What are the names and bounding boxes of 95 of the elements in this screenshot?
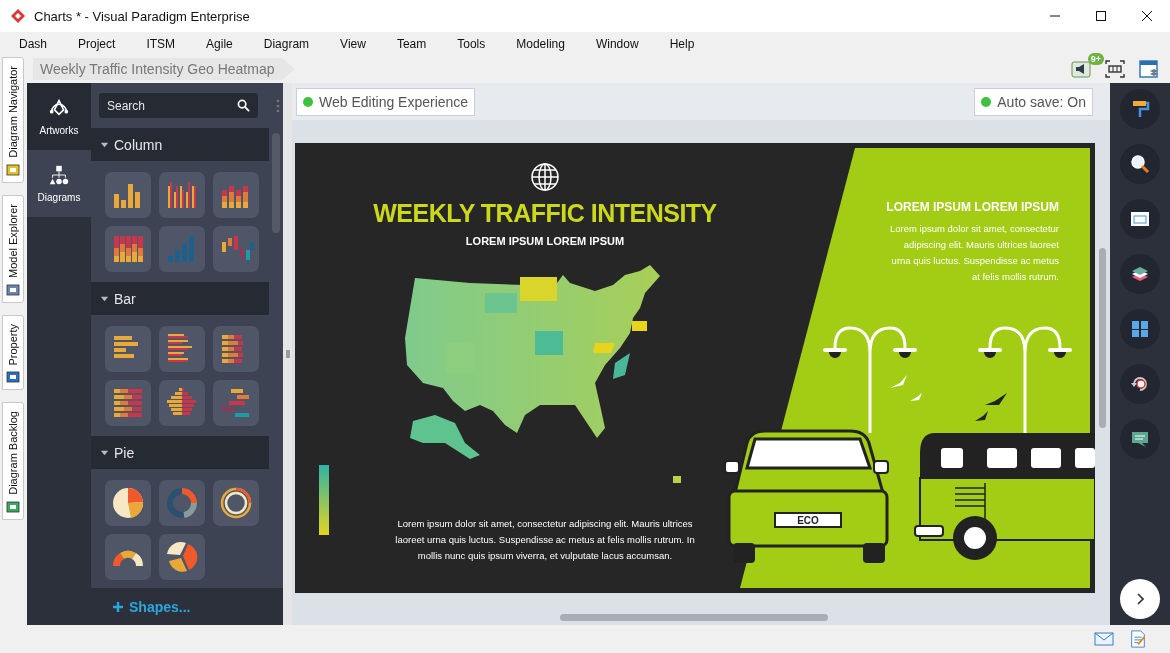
search-button[interactable] [1120,144,1160,184]
slide-subtitle: LOREM IPSUM LOREM IPSUM [464,235,626,247]
breadcrumb-tab[interactable]: Weekly Traffic Intensity Geo Heatmap [33,58,295,80]
slide-title: WEEKLY TRAFFIC INTENSITY [372,199,718,228]
chart-thumbnail[interactable] [213,326,259,372]
scrollbar-thumb[interactable] [1099,248,1106,428]
expand-button[interactable] [1120,579,1160,619]
history-button[interactable] [1120,364,1160,404]
birds-drawing [975,393,1007,421]
chart-thumbnail[interactable] [213,172,259,218]
layers-icon [1130,264,1150,284]
panels-button[interactable] [1120,309,1160,349]
menu-item[interactable]: Tools [445,33,498,54]
chart-thumbnail[interactable] [159,226,205,272]
globe-icon [531,163,559,191]
layout-icon [1139,59,1159,79]
status-dot-icon [981,96,992,107]
palette-nav-item[interactable]: Diagrams [27,150,91,217]
menu-item[interactable]: Diagram [251,33,322,54]
menu-item[interactable]: View [328,33,378,54]
status-dot-icon [303,96,313,107]
side-tab[interactable]: Property [2,314,24,391]
tab-icon [5,281,21,298]
menu-item[interactable]: Window [583,33,651,54]
more-icon[interactable] [276,98,280,113]
caret-icon [100,294,109,303]
chart-thumbnail[interactable] [105,534,151,580]
grip-icon[interactable] [285,350,290,358]
window-title: Charts * - Visual Paradigm Enterprise [34,8,250,24]
chevron-right-icon [1136,593,1144,605]
slide-paragraph: Lorem ipsum dolor sit amet, consectetur adipiscing elit. Mauris ultrices laoreet urna quis luctus. Suspendisse ac metus at felis mollis rutrum. In mollis nunc quis ipsum viverra, et vulputate lacus accumsan. [394,517,696,563]
license-plate-text: ECO [797,515,819,526]
maximize-icon [1095,10,1107,22]
tab-icon [5,499,21,516]
chart-thumbnail[interactable] [213,380,259,426]
search-icon [237,99,250,112]
birds-drawing [890,375,922,401]
chart-thumbnail[interactable] [159,534,205,580]
auto-save-button[interactable]: Auto save: On [974,87,1093,116]
paint-roller-icon [1130,99,1150,119]
chart-thumbnail[interactable] [105,480,151,526]
comment-button[interactable] [1120,419,1160,459]
comment-icon [1130,429,1150,449]
logo-icon [10,8,26,24]
color-legend-bar [319,465,329,535]
side-tab[interactable]: Diagram Backlog [2,402,24,521]
section-header[interactable]: Column [91,128,269,161]
window-button[interactable] [1120,199,1160,239]
fit-button[interactable] [1102,57,1128,81]
side-paragraph: Lorem ipsum dolor sit amet, consectetur adipiscing elit. Mauris ultrices laoreet urna quis luctus. Suspendisse ac metus at felis mollis rutrum. [889,222,1059,284]
section-header[interactable]: Bar [91,282,269,315]
chart-thumbnail[interactable] [159,172,205,218]
tab-icon [5,369,21,386]
side-tab[interactable]: Model Explorer [2,194,24,303]
search-field[interactable]: Search [99,93,258,118]
chart-thumbnail[interactable] [159,326,205,372]
chart-thumbnail[interactable] [213,480,259,526]
megaphone-icon [1071,59,1091,79]
mail-icon[interactable] [1094,630,1114,648]
menu-item[interactable]: Agile [194,33,245,54]
chart-thumbnail[interactable] [105,172,151,218]
document-edit-icon[interactable] [1128,630,1148,648]
window-icon [1130,209,1150,229]
caret-icon [100,140,109,149]
side-tab[interactable]: Diagram Navigator [2,57,24,183]
menu-item[interactable]: Dash [7,33,59,54]
chart-thumbnail[interactable] [213,226,259,272]
shapes-link[interactable]: Shapes... [91,588,283,625]
scrollbar-thumb[interactable] [560,614,828,621]
menu-item[interactable]: Help [657,33,707,54]
menu-item[interactable]: ITSM [134,33,188,54]
web-editing-button[interactable]: Web Editing Experience [296,87,476,116]
format-button[interactable] [1120,89,1160,129]
close-icon [1141,10,1153,22]
layers-button[interactable] [1120,254,1160,294]
chart-thumbnail[interactable] [159,480,205,526]
menu-item[interactable]: Team [384,33,439,54]
chart-thumbnail[interactable] [105,226,151,272]
side-heading: LOREM IPSUM LOREM IPSUM [886,200,1059,214]
section-header[interactable]: Pie [91,436,269,469]
history-icon [1130,374,1150,394]
chart-thumbnail[interactable] [159,380,205,426]
hierarchy-icon [48,164,70,186]
search-icon [1130,154,1150,174]
grid-icon [1130,319,1150,339]
caret-icon [100,448,109,457]
plus-icon [113,601,123,612]
tab-icon [5,161,21,178]
chart-thumbnail[interactable] [105,380,151,426]
menu-item[interactable]: Project [66,33,128,54]
fit-icon [1105,59,1125,79]
scrollbar-thumb[interactable] [272,133,280,233]
menu-item[interactable]: Modeling [504,33,577,54]
chart-thumbnail[interactable] [105,326,151,372]
palette-nav-item[interactable]: Artworks [27,83,91,150]
